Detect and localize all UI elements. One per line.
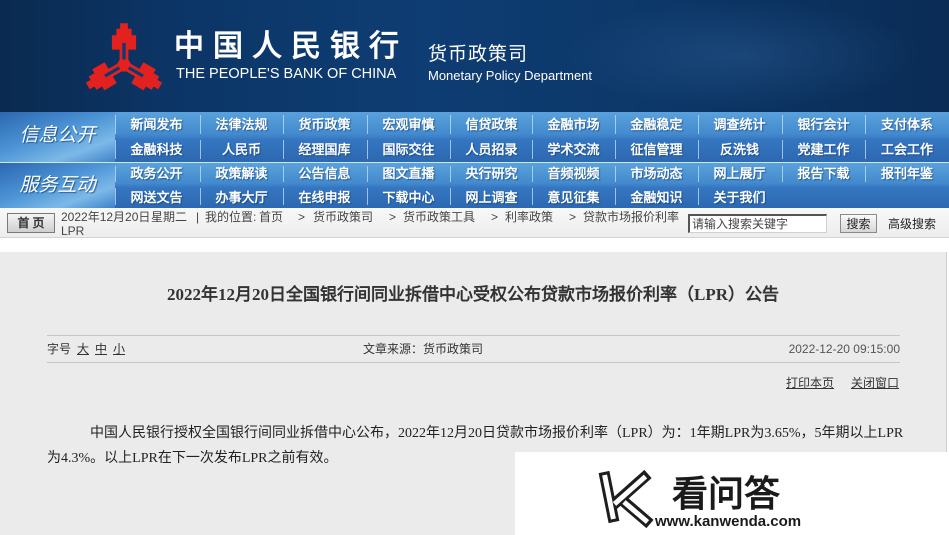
nav-item-online-survey[interactable]: 网上调查 — [450, 185, 533, 208]
pboc-emblem-icon[interactable] — [84, 23, 164, 93]
font-size-small-button[interactable]: 小 — [113, 342, 125, 356]
nav-item-payment-system[interactable]: 支付体系 — [865, 112, 949, 137]
nav-item-treasury[interactable]: 经理国库 — [283, 137, 366, 162]
close-window-link[interactable]: 关闭窗口 — [851, 376, 899, 390]
nav-item-macro-prudential[interactable]: 宏观审慎 — [367, 112, 450, 137]
nav-item-online-exhibition[interactable]: 网上展厅 — [698, 163, 781, 185]
nav-item-market-news[interactable]: 市场动态 — [615, 163, 698, 185]
main-navigation: 信息公开 服务互动 新闻发布 法律法规 货币政策 宏观审慎 信贷政策 金融市场 … — [0, 112, 949, 208]
nav-item-international-exchange[interactable]: 国际交往 — [367, 137, 450, 162]
nav-item-policy-interpretation[interactable]: 政策解读 — [200, 163, 283, 185]
nav-item-government-affairs[interactable]: 政务公开 — [115, 163, 198, 185]
nav-item-yearbooks[interactable]: 报刊年鉴 — [865, 163, 949, 185]
print-page-link[interactable]: 打印本页 — [786, 376, 834, 390]
nav-item-service-hall[interactable]: 办事大厅 — [200, 185, 283, 208]
nav-item-financial-knowledge[interactable]: 金融知识 — [615, 185, 698, 208]
article-title: 2022年12月20日全国银行间同业拆借中心受权公布贷款市场报价利率（LPR）公… — [167, 285, 779, 304]
font-size-large-button[interactable]: 大 — [77, 342, 89, 356]
nav-item-anti-money-laundering[interactable]: 反洗钱 — [698, 137, 781, 162]
nav-item-bank-accounting[interactable]: 银行会计 — [782, 112, 865, 137]
home-button[interactable]: 首 页 — [7, 213, 55, 233]
nav-item-trade-union[interactable]: 工会工作 — [865, 137, 949, 162]
nav-item-announcements[interactable]: 公告信息 — [283, 163, 366, 185]
font-size-label: 字号 — [47, 342, 72, 356]
nav-item-live-broadcast[interactable]: 图文直播 — [367, 163, 450, 185]
breadcrumb-lpr[interactable]: 贷款市场报价利率LPR — [61, 210, 685, 238]
nav-item-party-building[interactable]: 党建工作 — [782, 137, 865, 162]
nav-item-financial-stability[interactable]: 金融稳定 — [615, 112, 698, 137]
nav-item-credit-policy[interactable]: 信贷政策 — [450, 112, 533, 137]
nav-item-audio-video[interactable]: 音频视频 — [532, 163, 615, 185]
nav-item-credit-reporting[interactable]: 征信管理 — [615, 137, 698, 162]
watermark-url: www.kanwenda.com — [655, 513, 802, 530]
nav-item-rmb[interactable]: 人民币 — [200, 137, 283, 162]
article-source: 文章来源：货币政策司 — [363, 342, 484, 356]
nav-item-academic-exchange[interactable]: 学术交流 — [532, 137, 615, 162]
nav-item-about-us[interactable]: 关于我们 — [698, 185, 781, 208]
nav-item-survey-statistics[interactable]: 调查统计 — [698, 112, 781, 137]
search-input[interactable] — [688, 214, 827, 233]
meta-divider-bottom — [47, 362, 900, 363]
nav-item-opinion-collection[interactable]: 意见征集 — [532, 185, 615, 208]
nav-item-recruitment[interactable]: 人员招录 — [450, 137, 533, 162]
department-name-en: Monetary Policy Department — [428, 68, 593, 83]
nav-item-online-filing[interactable]: 在线申报 — [283, 185, 366, 208]
watermark-name: 看问答 — [672, 473, 781, 514]
meta-divider-top — [47, 335, 900, 336]
nav-group-label-info-disclosure: 信息公开 — [0, 112, 115, 162]
advanced-search-link[interactable]: 高级搜索 — [888, 217, 936, 231]
nav-item-laws-regulations[interactable]: 法律法规 — [200, 112, 283, 137]
department-name-cn: 货币政策司 — [428, 44, 529, 65]
nav-group-label-service-interaction: 服务互动 — [0, 163, 115, 208]
nav-item-financial-markets[interactable]: 金融市场 — [532, 112, 615, 137]
nav-item-download-center[interactable]: 下载中心 — [367, 185, 450, 208]
nav-item-monetary-policy[interactable]: 货币政策 — [283, 112, 366, 137]
font-size-medium-button[interactable]: 中 — [95, 342, 107, 356]
nav-item-news-release[interactable]: 新闻发布 — [115, 112, 198, 137]
nav-item-online-notices[interactable]: 网送文告 — [115, 185, 198, 208]
nav-item-report-download[interactable]: 报告下载 — [782, 163, 865, 185]
article-datetime: 2022-12-20 09:15:00 — [788, 342, 900, 356]
nav-item-fintech[interactable]: 金融科技 — [115, 137, 198, 162]
kanwenda-k-logo-icon — [598, 469, 654, 529]
search-button[interactable]: 搜索 — [840, 214, 877, 233]
nav-item-pboc-research[interactable]: 央行研究 — [450, 163, 533, 185]
bank-name-cn: 中国人民银行 — [174, 30, 408, 63]
bank-name-en: THE PEOPLE'S BANK OF CHINA — [176, 66, 397, 82]
